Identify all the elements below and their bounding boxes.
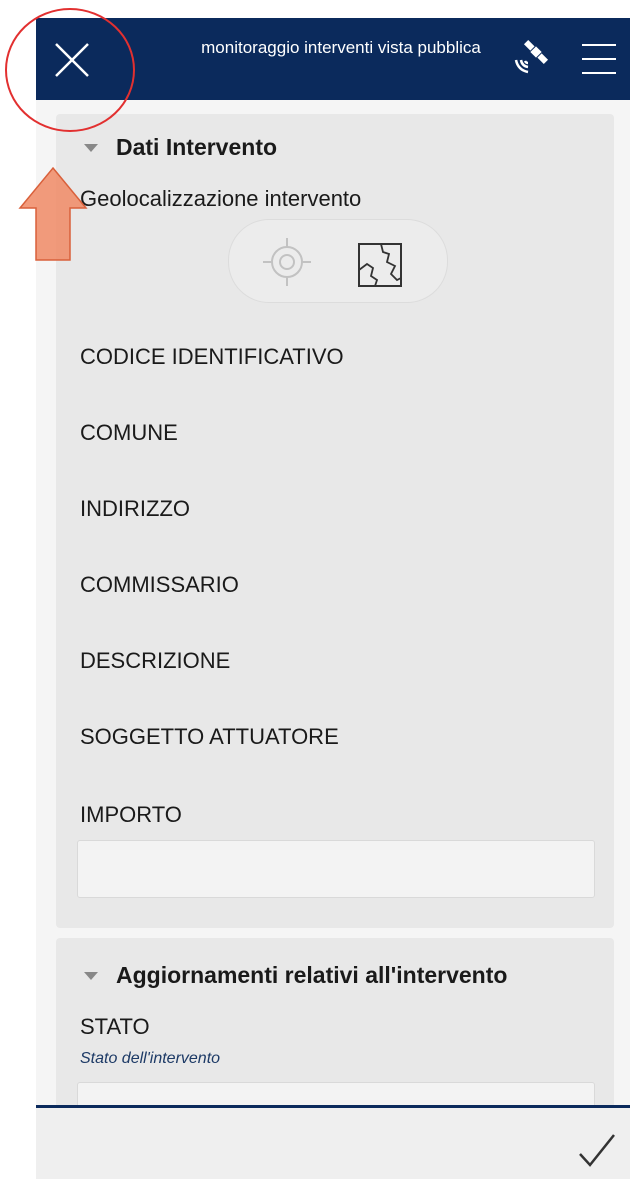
section-title: Aggiornamenti relativi all'intervento xyxy=(116,962,508,988)
up-arrow-icon xyxy=(18,166,88,261)
satellite-button[interactable] xyxy=(510,38,550,78)
geolocation-tools xyxy=(228,219,448,303)
form-content[interactable]: Dati Intervento Geolocalizzazione interv… xyxy=(36,100,630,1107)
section-aggiornamenti: Aggiornamenti relativi all'intervento ST… xyxy=(56,938,614,1107)
importo-input[interactable] xyxy=(77,840,595,898)
satellite-icon xyxy=(514,39,549,74)
field-hint-stato: Stato dell'intervento xyxy=(80,1050,221,1067)
section-toggle-dati-intervento[interactable]: Dati Intervento xyxy=(84,134,277,161)
locate-target-icon xyxy=(263,238,311,286)
menu-button[interactable] xyxy=(580,42,618,76)
field-label-stato: STATO xyxy=(80,1014,150,1039)
field-label-comune: COMUNE xyxy=(80,420,178,445)
select-on-map-button[interactable] xyxy=(355,240,405,290)
field-label-importo: IMPORTO xyxy=(80,802,182,827)
checkmark-icon xyxy=(579,1134,615,1167)
page-title: monitoraggio interventi vista pubblica xyxy=(201,38,481,57)
highlight-circle xyxy=(5,8,135,132)
section-dati-intervento: Dati Intervento Geolocalizzazione interv… xyxy=(56,114,614,928)
map-region-icon xyxy=(358,243,402,287)
field-label-commissario: COMMISSARIO xyxy=(80,572,239,597)
submit-button[interactable] xyxy=(576,1130,618,1170)
field-label-codice: CODICE IDENTIFICATIVO xyxy=(80,344,344,369)
field-label-descrizione: DESCRIZIONE xyxy=(80,648,231,673)
geolocation-label: Geolocalizzazione intervento xyxy=(80,186,362,211)
field-label-soggetto-attuatore: SOGGETTO ATTUATORE xyxy=(80,724,339,749)
collapse-caret-icon xyxy=(84,971,98,980)
stato-input[interactable] xyxy=(77,1082,595,1107)
field-label-indirizzo: INDIRIZZO xyxy=(80,496,190,521)
hamburger-menu-icon xyxy=(582,44,616,74)
section-toggle-aggiornamenti[interactable]: Aggiornamenti relativi all'intervento xyxy=(84,962,507,989)
bottom-action-bar xyxy=(36,1105,630,1179)
collapse-caret-icon xyxy=(84,143,98,152)
locate-button[interactable] xyxy=(261,236,313,288)
section-title: Dati Intervento xyxy=(116,134,278,160)
